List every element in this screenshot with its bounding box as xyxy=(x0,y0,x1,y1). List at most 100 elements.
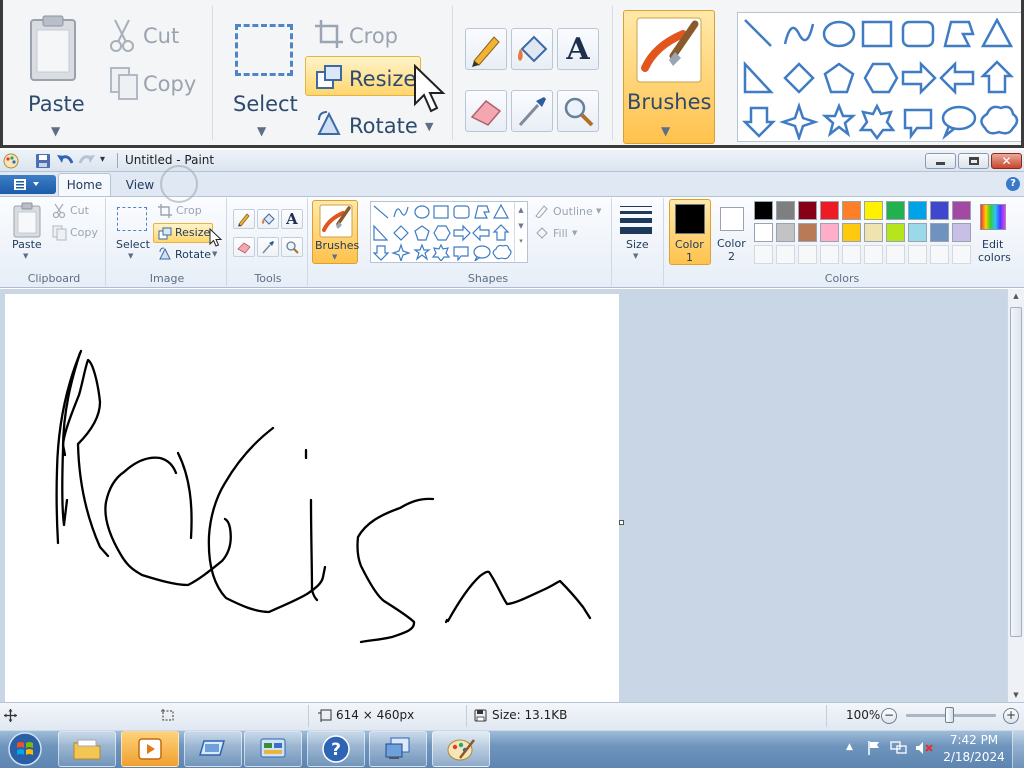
paint-menu-button[interactable] xyxy=(0,175,56,194)
pencil-tool[interactable] xyxy=(233,209,255,229)
select-button[interactable]: Select ▼ xyxy=(112,200,152,264)
scroll-thumb[interactable] xyxy=(1010,307,1022,637)
outline-button[interactable]: Outline xyxy=(553,205,593,218)
taskbar-help[interactable]: ? xyxy=(307,731,365,767)
text-tool[interactable]: A xyxy=(281,209,303,229)
palette-swatch[interactable] xyxy=(886,223,905,242)
quick-access-customize-icon[interactable]: ▾ xyxy=(100,154,105,165)
color-picker-tool[interactable] xyxy=(257,237,279,257)
tab-view[interactable]: View xyxy=(118,173,162,196)
scroll-down-icon[interactable]: ▼ xyxy=(1008,691,1024,699)
palette-swatch[interactable] xyxy=(864,223,883,242)
zoom-slider-thumb[interactable] xyxy=(945,707,954,723)
rotate-button[interactable]: Rotate xyxy=(175,248,211,261)
taskbar-media-player[interactable] xyxy=(121,731,179,767)
minimize-button[interactable] xyxy=(925,153,956,169)
fill-button[interactable]: Fill xyxy=(553,227,568,240)
palette-swatch[interactable] xyxy=(930,201,949,220)
palette-custom-slot[interactable] xyxy=(930,245,949,264)
taskbar-explorer[interactable] xyxy=(58,731,116,767)
palette-swatch[interactable] xyxy=(820,201,839,220)
taskbar-paint[interactable] xyxy=(432,731,490,767)
palette-swatch[interactable] xyxy=(930,223,949,242)
redo-icon[interactable] xyxy=(78,153,96,169)
start-button[interactable] xyxy=(3,731,47,767)
crop-button[interactable]: Crop xyxy=(176,204,202,217)
palette-swatch[interactable] xyxy=(754,223,773,242)
fill-tool[interactable] xyxy=(257,209,279,229)
brushes-button[interactable]: Brushes ▼ xyxy=(312,200,359,264)
palette-custom-slot[interactable] xyxy=(952,245,971,264)
zoom-paste-arrow-icon: ▼ xyxy=(51,124,61,138)
close-icon: ✕ xyxy=(1001,154,1012,168)
canvas-resize-handle[interactable] xyxy=(619,520,624,525)
fill-bucket-icon xyxy=(262,213,275,225)
copy-icon xyxy=(52,225,67,241)
magnifier-tool[interactable] xyxy=(281,237,303,257)
zoom-clipboard-group: Paste ▼ Cut Copy xyxy=(13,6,213,140)
text-icon: A xyxy=(286,210,298,228)
color2-button[interactable]: Color 2 xyxy=(714,199,750,265)
palette-swatch[interactable] xyxy=(952,201,971,220)
drawing-canvas[interactable] xyxy=(5,294,619,702)
palette-custom-slot[interactable] xyxy=(886,245,905,264)
tab-home[interactable]: Home xyxy=(58,173,111,196)
taskbar-app-6[interactable] xyxy=(369,731,427,767)
shapes-scroll-column[interactable]: ▲ ▼ ▾ xyxy=(514,202,527,262)
size-button[interactable]: Size ▼ xyxy=(616,200,658,264)
clock-date[interactable]: 2/18/2024 xyxy=(940,750,1008,764)
color1-number: 1 xyxy=(686,251,693,264)
status-separator xyxy=(826,705,827,727)
fill-shape-icon xyxy=(536,227,548,239)
palette-custom-slot[interactable] xyxy=(754,245,773,264)
vertical-scrollbar[interactable]: ▲ ▼ xyxy=(1007,289,1024,702)
palette-swatch[interactable] xyxy=(952,223,971,242)
palette-swatch[interactable] xyxy=(886,201,905,220)
palette-swatch[interactable] xyxy=(776,201,795,220)
color1-button[interactable]: Color 1 xyxy=(669,199,711,265)
palette-swatch[interactable] xyxy=(842,201,861,220)
palette-swatch[interactable] xyxy=(908,201,927,220)
paste-button[interactable]: Paste ▼ xyxy=(8,200,46,264)
palette-swatch[interactable] xyxy=(820,223,839,242)
copy-button[interactable]: Copy xyxy=(70,226,98,239)
palette-custom-slot[interactable] xyxy=(864,245,883,264)
volume-muted-icon[interactable] xyxy=(914,740,934,756)
palette-swatch[interactable] xyxy=(798,201,817,220)
save-icon[interactable] xyxy=(35,153,51,169)
taskbar-app-3[interactable] xyxy=(184,731,242,767)
close-button[interactable]: ✕ xyxy=(991,153,1022,169)
show-hidden-icons-icon[interactable]: ▲ xyxy=(846,742,853,752)
cut-button[interactable]: Cut xyxy=(70,204,89,217)
colors-group-label: Colors xyxy=(824,272,860,285)
network-icon[interactable] xyxy=(890,740,908,756)
show-desktop-button[interactable] xyxy=(1012,731,1024,768)
palette-swatch[interactable] xyxy=(754,201,773,220)
maximize-button[interactable] xyxy=(958,153,989,169)
palette-custom-slot[interactable] xyxy=(842,245,861,264)
palette-custom-slot[interactable] xyxy=(820,245,839,264)
palette-swatch[interactable] xyxy=(798,223,817,242)
shapes-scroll-down-icon: ▼ xyxy=(518,222,524,230)
palette-custom-slot[interactable] xyxy=(908,245,927,264)
undo-icon[interactable] xyxy=(56,153,74,169)
zoom-out-button[interactable]: − xyxy=(881,708,897,724)
palette-swatch[interactable] xyxy=(842,223,861,242)
edit-colors-button[interactable]: Edit colors xyxy=(974,200,1012,264)
resize-button[interactable]: Resize xyxy=(153,223,213,243)
zoom-cut-icon xyxy=(110,19,134,52)
help-icon[interactable]: ? xyxy=(1006,177,1020,191)
taskbar-app-4[interactable] xyxy=(244,731,302,767)
palette-swatch[interactable] xyxy=(776,223,795,242)
paste-dropdown-icon: ▼ xyxy=(23,252,29,260)
scroll-up-icon[interactable]: ▲ xyxy=(1008,292,1024,300)
action-center-flag-icon[interactable] xyxy=(866,740,882,756)
palette-swatch[interactable] xyxy=(908,223,927,242)
palette-custom-slot[interactable] xyxy=(776,245,795,264)
palette-custom-slot[interactable] xyxy=(798,245,817,264)
palette-swatch[interactable] xyxy=(864,201,883,220)
paint-icon xyxy=(447,739,475,761)
eraser-tool[interactable] xyxy=(233,237,255,257)
clock-time[interactable]: 7:42 PM xyxy=(940,733,1008,747)
zoom-in-button[interactable]: + xyxy=(1003,708,1019,724)
